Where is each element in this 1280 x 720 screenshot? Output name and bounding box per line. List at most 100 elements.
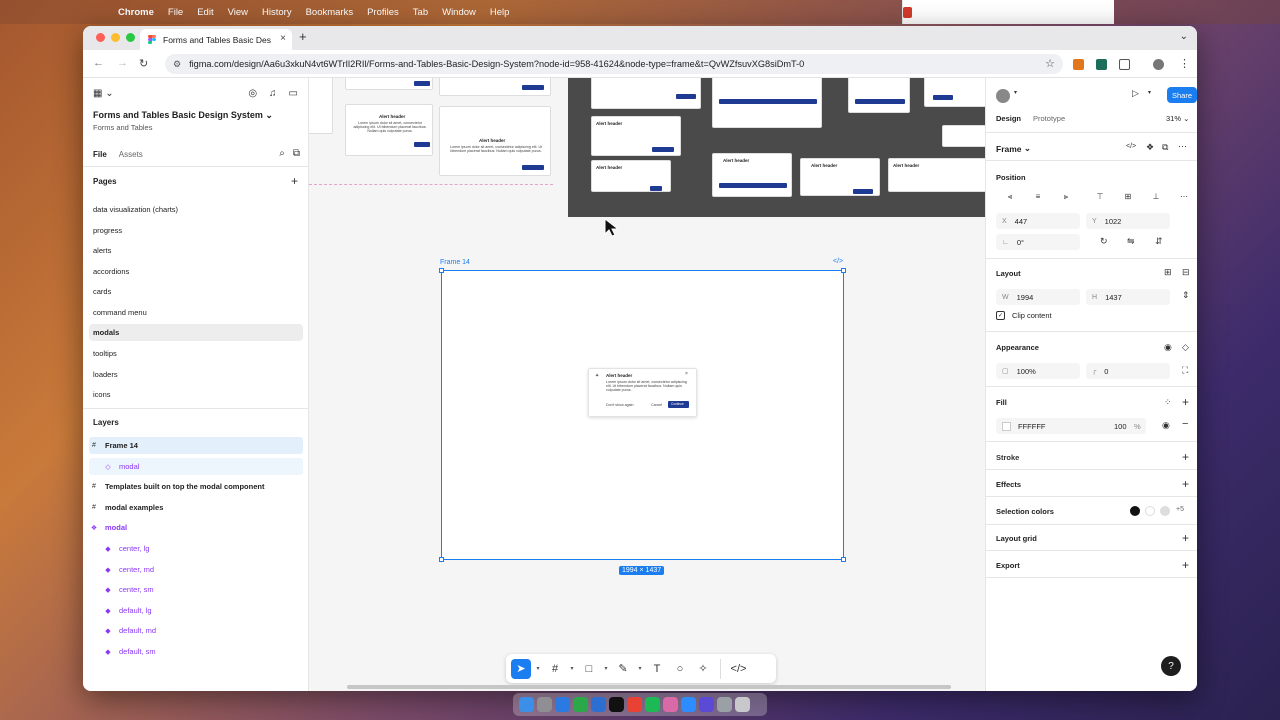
zoom-window-button[interactable]	[126, 33, 135, 42]
layer-modal-instance[interactable]: ◇ modal	[89, 458, 303, 475]
tab-prototype[interactable]: Prototype	[1033, 114, 1065, 123]
more-colors-count[interactable]: +5	[1176, 506, 1184, 513]
page-item[interactable]: progress	[89, 222, 303, 239]
menu-window[interactable]: Window	[442, 7, 476, 18]
project-subtitle[interactable]: Forms and Tables	[93, 123, 152, 132]
wifi-icon[interactable]: ◠	[972, 7, 980, 18]
width-field[interactable]: W 1994	[996, 289, 1080, 305]
canvas-thumbnail[interactable]: Alert header Lorem ipsum dolor sit amet,…	[345, 104, 433, 156]
fill-swatch[interactable]	[1002, 421, 1011, 431]
auto-layout-icon[interactable]: ⊞	[1164, 267, 1172, 278]
spotify-icon[interactable]	[645, 697, 660, 712]
vscode-icon[interactable]	[591, 697, 606, 712]
chevron-down-icon[interactable]: ▾	[1148, 89, 1151, 96]
opacity-field[interactable]: ▢ 100%	[996, 363, 1080, 379]
battery-icon[interactable]	[944, 8, 961, 16]
align-center-h-icon[interactable]: ≡	[1024, 192, 1052, 202]
add-fill-plus-icon[interactable]: +	[1182, 395, 1189, 409]
notifications-bell-icon[interactable]: ♫	[269, 88, 277, 99]
control-center-icon[interactable]: ≡	[1010, 7, 1016, 18]
system-settings-icon[interactable]	[537, 697, 552, 712]
code-icon[interactable]: </>	[1126, 143, 1136, 150]
height-field[interactable]: H 1437	[1086, 289, 1170, 305]
add-layout-grid-plus-icon[interactable]: +	[1182, 531, 1189, 545]
layer-modal-component-set[interactable]: ❖ modal	[89, 519, 303, 536]
independent-corners-icon[interactable]: ⛶	[1182, 365, 1188, 376]
app-icon[interactable]	[699, 697, 714, 712]
text-tool-icon[interactable]: T	[647, 659, 667, 679]
selection-color-swatch[interactable]	[1160, 506, 1170, 516]
search-icon[interactable]: ⌕	[279, 148, 285, 159]
menu-bookmarks[interactable]: Bookmarks	[306, 7, 354, 18]
selection-color-swatch[interactable]	[1130, 506, 1140, 516]
app-icon[interactable]	[717, 697, 732, 712]
chrome-icon[interactable]	[627, 697, 642, 712]
align-right-icon[interactable]: ⫸	[1052, 192, 1080, 202]
more-options-icon[interactable]: ⋯	[1178, 141, 1187, 152]
layer-modal-examples[interactable]: # modal examples	[89, 499, 303, 516]
visibility-eye-icon[interactable]: ◉	[1164, 342, 1172, 353]
extensions-puzzle-icon[interactable]	[1119, 59, 1130, 70]
page-item[interactable]: tooltips	[89, 345, 303, 362]
page-item-selected[interactable]: modals	[89, 324, 303, 341]
frame-tool-icon[interactable]: #	[545, 659, 565, 679]
align-center-v-icon[interactable]: ⊞	[1114, 192, 1142, 202]
gear-icon[interactable]: ⚙	[924, 7, 933, 18]
app-icon[interactable]	[573, 697, 588, 712]
extension-icon[interactable]	[1096, 59, 1107, 70]
menu-help[interactable]: Help	[490, 7, 510, 18]
tab-design[interactable]: Design	[996, 114, 1021, 123]
align-top-icon[interactable]: ⊤	[1086, 192, 1114, 202]
menu-file[interactable]: File	[168, 7, 183, 18]
blend-mode-icon[interactable]: ◇	[1182, 342, 1189, 353]
more-align-icon[interactable]: ⋯	[1170, 192, 1197, 202]
flip-horizontal-icon[interactable]: ⇋	[1127, 236, 1135, 247]
layer-variant[interactable]: ◆ center, sm	[89, 581, 303, 598]
canvas-thumbnail[interactable]	[345, 78, 433, 90]
new-tab-button[interactable]: +	[299, 29, 307, 44]
actions-tool-icon[interactable]: ✧	[693, 659, 713, 679]
page-item[interactable]: cards	[89, 283, 303, 300]
add-stroke-plus-icon[interactable]: +	[1182, 450, 1189, 464]
frame-type-dropdown[interactable]: Frame ⌄	[996, 143, 1031, 154]
figma-main-menu-icon[interactable]: ▦ ⌄	[93, 88, 114, 99]
zoom-level[interactable]: 31% ⌄	[1166, 114, 1189, 123]
menu-profiles[interactable]: Profiles	[367, 7, 399, 18]
share-button[interactable]: Share	[1167, 87, 1197, 103]
pen-tool-icon[interactable]: ✎	[613, 659, 633, 679]
comment-tool-icon[interactable]: ○	[670, 659, 690, 679]
page-item[interactable]: data visualization (charts)	[89, 201, 303, 218]
align-left-icon[interactable]: ⫷	[996, 192, 1024, 202]
rectangle-tool-icon[interactable]: □	[579, 659, 599, 679]
rotate-icon[interactable]: ↻	[1100, 236, 1108, 247]
visibility-eye-icon[interactable]: ◉	[1162, 420, 1170, 431]
help-button[interactable]: ?	[1161, 656, 1181, 676]
dev-mode-toggle-icon[interactable]: </>	[720, 658, 748, 679]
search-icon[interactable]: ⌕	[993, 7, 998, 18]
menu-tab[interactable]: Tab	[413, 7, 428, 18]
resize-handle[interactable]	[439, 557, 444, 562]
fill-color-field[interactable]: FFFFFF 100 %	[996, 418, 1146, 434]
present-play-icon[interactable]: ▷	[1132, 88, 1139, 99]
page-item[interactable]: command menu	[89, 304, 303, 321]
layer-variant[interactable]: ◆ default, md	[89, 622, 303, 639]
constrain-proportions-icon[interactable]: ⇕	[1182, 290, 1190, 301]
back-arrow-icon[interactable]: ←	[93, 57, 104, 69]
layer-variant[interactable]: ◆ center, md	[89, 561, 303, 578]
clip-content-checkbox[interactable]: ✓	[996, 311, 1005, 320]
chrome-menu-icon[interactable]: ⋮	[1179, 57, 1190, 70]
zoom-icon[interactable]	[681, 697, 696, 712]
modal-examples-frame[interactable]: Alert header Alert header Alert header A…	[568, 78, 985, 217]
page-item[interactable]: accordions	[89, 263, 303, 280]
corner-radius-field[interactable]: ╭ 0	[1086, 363, 1170, 379]
bookmark-star-icon[interactable]: ☆	[1045, 57, 1055, 70]
menu-edit[interactable]: Edit	[197, 7, 213, 18]
layer-variant[interactable]: ◆ default, lg	[89, 602, 303, 619]
resize-handle[interactable]	[439, 268, 444, 273]
add-effect-plus-icon[interactable]: +	[1182, 477, 1189, 491]
menu-history[interactable]: History	[262, 7, 292, 18]
finder-icon[interactable]	[519, 697, 534, 712]
layer-variant[interactable]: ◆ center, lg	[89, 540, 303, 557]
chevron-down-icon[interactable]: ▾	[636, 659, 644, 679]
dev-mode-code-icon[interactable]: </>	[833, 258, 843, 265]
